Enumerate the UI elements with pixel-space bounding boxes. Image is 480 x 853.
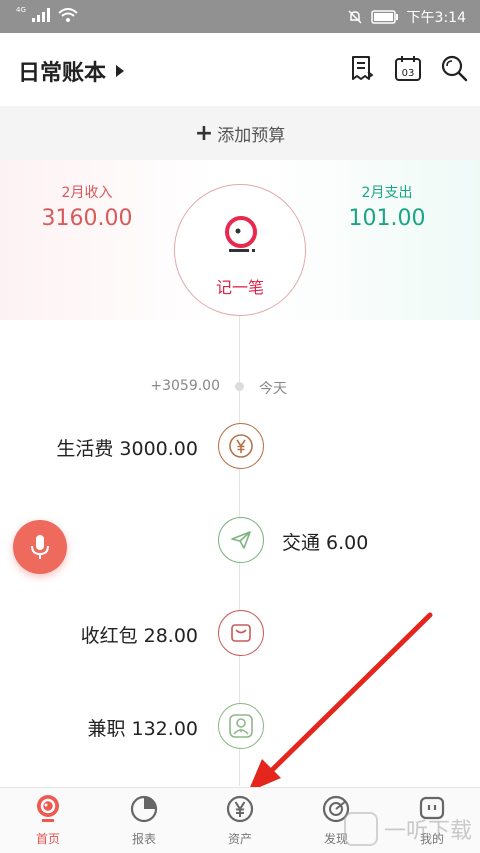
add-budget-button[interactable]: + 添加预算 xyxy=(0,106,480,160)
calendar-icon: 03 xyxy=(395,56,421,81)
income-label: 2月收入 xyxy=(61,185,113,201)
expense-summary[interactable]: 2月支出 101.00 xyxy=(340,182,434,231)
search-button[interactable] xyxy=(440,53,468,83)
paper-plane-icon xyxy=(218,517,264,563)
header-actions: 03 xyxy=(348,53,468,83)
status-right: 下午3:14 xyxy=(347,7,466,27)
battery-icon xyxy=(370,10,398,24)
watermark: 一听下载 xyxy=(343,812,472,846)
transaction-text: 交通 6.00 xyxy=(282,532,369,554)
home-icon xyxy=(33,794,63,824)
watermark-logo xyxy=(343,812,378,846)
app-logo-icon xyxy=(225,216,257,252)
clock: 下午3:14 xyxy=(406,10,466,26)
transaction-entry[interactable]: 兼职 132.00 xyxy=(0,703,480,749)
nav-home[interactable]: 首页 xyxy=(0,788,96,853)
yen-icon xyxy=(218,423,264,469)
expense-value: 101.00 xyxy=(348,206,426,231)
wifi-icon xyxy=(58,8,78,22)
nav-label: 资产 xyxy=(227,832,252,846)
timeline-dot xyxy=(235,382,244,391)
microphone-icon xyxy=(31,535,49,559)
transaction-entry[interactable]: 交通 6.00 xyxy=(0,517,480,563)
search-icon xyxy=(441,55,468,82)
calendar-day: 03 xyxy=(402,68,415,79)
voice-input-button[interactable] xyxy=(13,520,67,574)
caret-right-icon xyxy=(116,65,125,77)
ledger-title: 日常账本 xyxy=(18,61,107,86)
income-summary[interactable]: 2月收入 3160.00 xyxy=(40,182,134,231)
day-header: +3059.00 今天 xyxy=(0,376,480,398)
record-entry-button[interactable]: 记一笔 xyxy=(174,184,306,316)
nav-label: 首页 xyxy=(35,832,60,846)
status-bar: 4G 下午3:14 xyxy=(0,0,480,33)
income-value: 3160.00 xyxy=(41,206,133,231)
calendar-button[interactable]: 03 xyxy=(394,53,422,83)
envelope-icon xyxy=(218,610,264,656)
pie-chart-icon xyxy=(129,794,159,824)
record-entry-label: 记一笔 xyxy=(215,278,264,297)
app-header: 日常账本 03 xyxy=(0,33,480,106)
day-label: 今天 xyxy=(259,381,287,397)
transaction-text: 收红包 28.00 xyxy=(80,625,198,647)
person-icon xyxy=(218,703,264,749)
nav-label: 报表 xyxy=(131,832,156,846)
expense-label: 2月支出 xyxy=(361,185,413,201)
nav-assets[interactable]: 资产 xyxy=(192,788,288,853)
signal-icon xyxy=(31,8,50,22)
ledger-selector[interactable]: 日常账本 xyxy=(18,55,125,87)
day-net-amount: +3059.00 xyxy=(150,378,220,394)
add-budget-label: 添加预算 xyxy=(217,125,286,146)
transaction-text: 生活费 3000.00 xyxy=(56,438,198,460)
yen-circle-icon xyxy=(225,794,255,824)
transaction-entry[interactable]: 收红包 28.00 xyxy=(0,610,480,656)
transaction-text: 兼职 132.00 xyxy=(87,718,198,740)
nav-reports[interactable]: 报表 xyxy=(96,788,192,853)
bill-list-icon xyxy=(352,56,374,80)
network-type: 4G xyxy=(16,6,26,14)
bill-list-button[interactable] xyxy=(348,53,376,83)
transaction-entry[interactable]: 生活费 3000.00 xyxy=(0,423,480,469)
mute-bell-icon xyxy=(348,10,362,24)
plus-icon: + xyxy=(194,120,214,146)
watermark-text: 一听下载 xyxy=(383,819,472,844)
status-left: 4G xyxy=(16,6,78,22)
